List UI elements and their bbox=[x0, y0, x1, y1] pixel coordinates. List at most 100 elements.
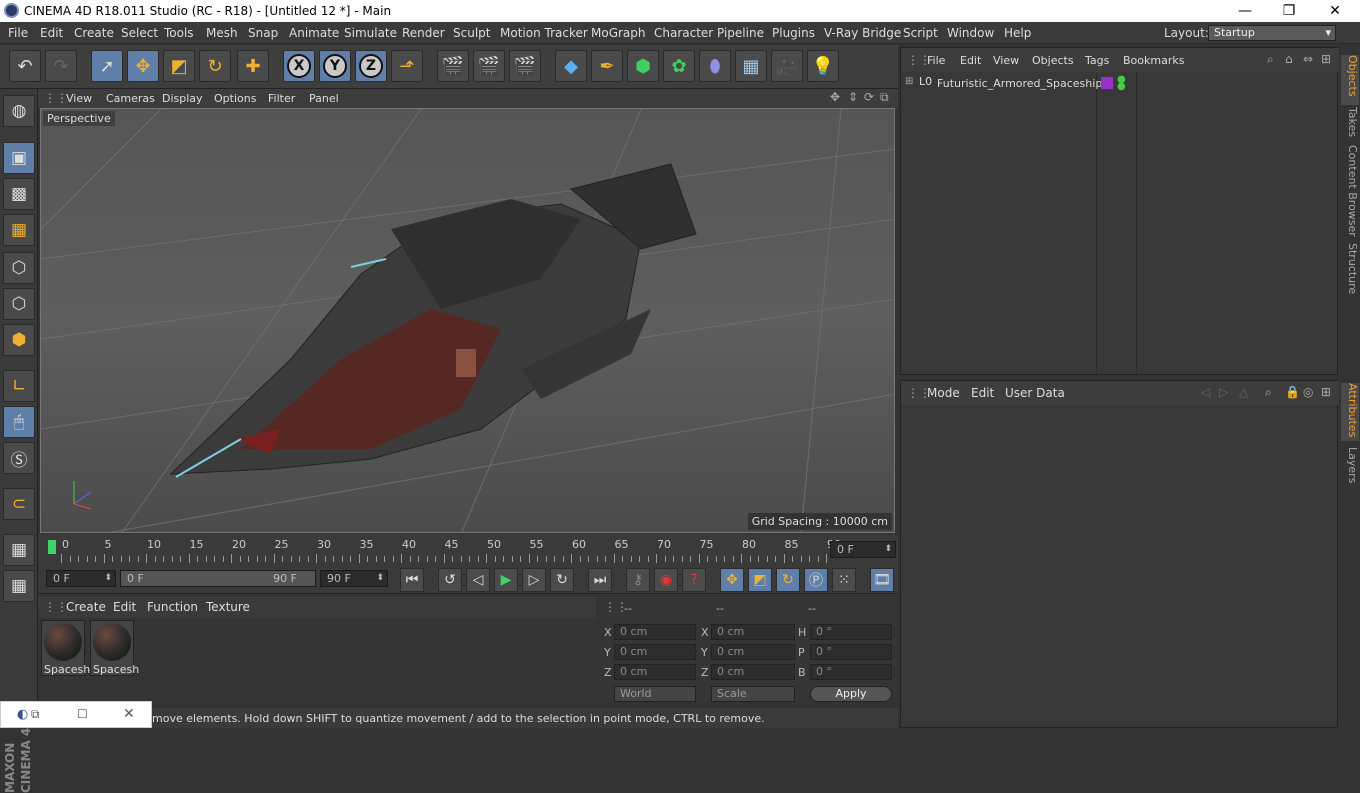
menu-motion-tracker[interactable]: Motion Tracker bbox=[500, 26, 588, 40]
expand-icon[interactable]: ⊞ bbox=[905, 76, 913, 87]
object-name[interactable]: Futuristic_Armored_Spaceship bbox=[937, 77, 1102, 90]
zoom-icon[interactable]: ⇕ bbox=[848, 90, 858, 104]
make-editable-button[interactable]: ◍ bbox=[3, 95, 35, 127]
menu-file[interactable]: File bbox=[8, 26, 28, 40]
timeline-window-button[interactable]: 🎞 bbox=[870, 568, 894, 592]
menu-mograph[interactable]: MoGraph bbox=[591, 26, 646, 40]
menu-snap[interactable]: Snap bbox=[248, 26, 278, 40]
texture-mode-button[interactable]: ▩ bbox=[3, 178, 35, 210]
menu-render[interactable]: Render bbox=[402, 26, 445, 40]
back-arrow-icon[interactable]: ◁ bbox=[1201, 385, 1210, 399]
magnet-button[interactable]: ⊂ bbox=[3, 488, 35, 520]
key-parameter-button[interactable]: Ⓟ bbox=[804, 568, 828, 592]
up-arrow-icon[interactable]: △ bbox=[1239, 385, 1248, 399]
size-y-field[interactable]: 0 cm bbox=[711, 644, 795, 660]
subdivision-surface-button[interactable]: ⬢ bbox=[627, 50, 659, 82]
objects-menu-view[interactable]: View bbox=[993, 54, 1019, 67]
render-settings-button[interactable]: 🎬 bbox=[509, 50, 541, 82]
material-menu-texture[interactable]: Texture bbox=[206, 600, 250, 614]
material-swatch[interactable]: Spacesh bbox=[41, 620, 90, 676]
minimize-button[interactable]: — bbox=[1222, 0, 1268, 22]
redo-button[interactable]: ↷ bbox=[45, 50, 77, 82]
cube-object-button[interactable]: ◆ bbox=[555, 50, 587, 82]
coordinate-system-button[interactable]: ⬏ bbox=[391, 50, 423, 82]
maximize-button[interactable]: ❐ bbox=[1266, 0, 1312, 22]
layer-color-swatch[interactable] bbox=[1101, 77, 1113, 89]
menu-simulate[interactable]: Simulate bbox=[344, 26, 397, 40]
viewport[interactable]: Perspective Grid Spacing : 10000 cm bbox=[40, 108, 895, 533]
tab-attributes[interactable]: Attributes bbox=[1341, 383, 1359, 441]
menu-window[interactable]: Window bbox=[947, 26, 994, 40]
material-menu-edit[interactable]: Edit bbox=[113, 600, 136, 614]
pos-y-field[interactable]: 0 cm bbox=[614, 644, 696, 660]
select-tool-button[interactable]: ➚ bbox=[91, 50, 123, 82]
viewport-menu-cameras[interactable]: Cameras bbox=[106, 92, 155, 105]
frame-range-slider[interactable]: 0 F 90 F bbox=[120, 570, 316, 587]
menu-script[interactable]: Script bbox=[903, 26, 938, 40]
workplane-lock-button[interactable]: ▦ bbox=[3, 534, 35, 566]
light-button[interactable]: 💡 bbox=[807, 50, 839, 82]
viewport-menu-view[interactable]: View bbox=[66, 92, 92, 105]
snap-button[interactable]: Ⓢ bbox=[3, 442, 35, 474]
objects-menu-bookmarks[interactable]: Bookmarks bbox=[1123, 54, 1184, 67]
forward-arrow-icon[interactable]: ▷ bbox=[1219, 385, 1228, 399]
menu-create[interactable]: Create bbox=[74, 26, 114, 40]
pos-z-field[interactable]: 0 cm bbox=[614, 664, 696, 680]
start-frame-field[interactable]: 0 F ⬍ bbox=[46, 570, 116, 587]
rot-p-field[interactable]: 0 ° bbox=[810, 644, 892, 660]
object-row[interactable]: ⊞ L0 Futuristic_Armored_Spaceship ● ● bbox=[901, 74, 1337, 92]
search-icon[interactable]: ⌕ bbox=[1265, 385, 1272, 400]
menu-plugins[interactable]: Plugins bbox=[772, 26, 815, 40]
menu-character[interactable]: Character bbox=[654, 26, 713, 40]
undo-button[interactable]: ↶ bbox=[9, 50, 41, 82]
link-icon[interactable]: ⇔ bbox=[1303, 52, 1313, 66]
menu-pipeline[interactable]: Pipeline bbox=[717, 26, 764, 40]
tab-layers[interactable]: Layers bbox=[1341, 447, 1359, 487]
rot-b-field[interactable]: 0 ° bbox=[810, 664, 892, 680]
tweak-mode-button[interactable]: 🖱 bbox=[3, 406, 35, 438]
camera-button[interactable]: 🎥 bbox=[771, 50, 803, 82]
go-to-end-button[interactable]: ⏭ bbox=[588, 568, 612, 592]
objects-menu-objects[interactable]: Objects bbox=[1032, 54, 1074, 67]
material-menu-create[interactable]: Create bbox=[66, 600, 106, 614]
pen-spline-button[interactable]: ✒ bbox=[591, 50, 623, 82]
close-icon[interactable]: ✕ bbox=[123, 706, 135, 722]
points-mode-button[interactable]: ⬡ bbox=[3, 252, 35, 284]
objects-menu-edit[interactable]: Edit bbox=[960, 54, 981, 67]
rotate-tool-button[interactable]: ↻ bbox=[199, 50, 231, 82]
deformer-button[interactable]: ⬮ bbox=[699, 50, 731, 82]
camera-label[interactable]: Perspective bbox=[43, 111, 115, 126]
lock-icon[interactable]: 🔒 bbox=[1285, 385, 1300, 399]
maximize-view-icon[interactable]: ⧉ bbox=[880, 90, 889, 105]
cloner-button[interactable]: ✿ bbox=[663, 50, 695, 82]
viewport-menu-filter[interactable]: Filter bbox=[268, 92, 295, 105]
y-axis-button[interactable]: Y bbox=[319, 50, 351, 82]
key-rotation-button[interactable]: ↻ bbox=[776, 568, 800, 592]
axis-mode-button[interactable]: ∟ bbox=[3, 370, 35, 402]
layout-select[interactable]: Startup ▾ bbox=[1208, 25, 1336, 41]
attributes-menu-user-data[interactable]: User Data bbox=[1005, 386, 1065, 400]
menu-mesh[interactable]: Mesh bbox=[206, 26, 238, 40]
move-tool-button[interactable]: ✥ bbox=[127, 50, 159, 82]
previous-key-button[interactable]: ↺ bbox=[438, 568, 462, 592]
menu-tools[interactable]: Tools bbox=[164, 26, 194, 40]
rot-h-field[interactable]: 0 ° bbox=[810, 624, 892, 640]
new-window-icon[interactable]: ⊞ bbox=[1321, 52, 1331, 66]
menu-sculpt[interactable]: Sculpt bbox=[453, 26, 490, 40]
coordinate-space-select[interactable]: World bbox=[614, 686, 696, 702]
tab-objects[interactable]: Objects bbox=[1341, 55, 1359, 105]
viewport-menu-panel[interactable]: Panel bbox=[309, 92, 339, 105]
scale-tool-button[interactable]: ◩ bbox=[163, 50, 195, 82]
orbit-icon[interactable]: ⟳ bbox=[864, 90, 874, 104]
new-window-icon[interactable]: ⊞ bbox=[1321, 385, 1331, 399]
menu-edit[interactable]: Edit bbox=[40, 26, 63, 40]
play-button[interactable]: ▶ bbox=[494, 568, 518, 592]
key-scale-button[interactable]: ◩ bbox=[748, 568, 772, 592]
next-frame-button[interactable]: ▷ bbox=[522, 568, 546, 592]
menu-help[interactable]: Help bbox=[1004, 26, 1031, 40]
objects-menu-tags[interactable]: Tags bbox=[1085, 54, 1109, 67]
attributes-menu-mode[interactable]: Mode bbox=[927, 386, 960, 400]
size-mode-select[interactable]: Scale bbox=[711, 686, 795, 702]
key-pla-button[interactable]: ⁙ bbox=[832, 568, 856, 592]
autokeying-button[interactable]: ◉ bbox=[654, 568, 678, 592]
